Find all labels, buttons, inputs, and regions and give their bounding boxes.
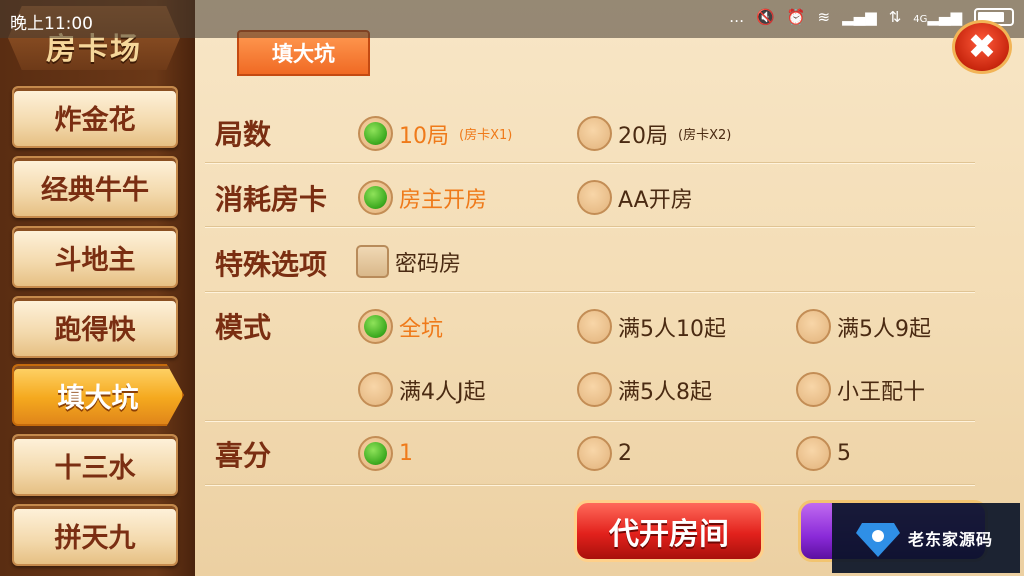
- radio-icon: [577, 436, 612, 471]
- divider: [205, 420, 975, 422]
- mode-option-5p8[interactable]: 满5人8起: [577, 372, 712, 407]
- option-label: 全坑: [399, 316, 444, 342]
- radio-icon: [577, 116, 612, 151]
- option-label: 房主开房: [399, 187, 488, 213]
- signal-4g-icon: 4G▂▄▆: [913, 8, 962, 26]
- option-label: 满4人J起: [399, 379, 486, 405]
- radio-icon: [796, 436, 831, 471]
- sidebar-item-label: 跑得快: [54, 314, 136, 346]
- sidebar-item-label: 炸金花: [54, 104, 136, 136]
- sidebar-item-label: 经典牛牛: [41, 174, 149, 206]
- mode-option-xiaowang[interactable]: 小王配十: [796, 372, 925, 407]
- radio-icon: [796, 372, 831, 407]
- checkbox-icon: [356, 245, 389, 278]
- watermark-logo: 老东家源码: [832, 503, 1020, 573]
- data-arrows-icon: ⇅: [888, 8, 902, 26]
- cost-option-owner[interactable]: 房主开房: [358, 180, 487, 215]
- radio-selected-icon: [358, 116, 393, 151]
- network-label: 4G: [913, 14, 928, 25]
- sidebar-item-label: 拼天九: [54, 522, 136, 554]
- radio-icon: [796, 309, 831, 344]
- option-label: 密码房: [395, 251, 462, 277]
- option-label: 5: [837, 441, 851, 466]
- mode-option-quankeng[interactable]: 全坑: [358, 309, 443, 344]
- close-icon: ✖: [967, 27, 997, 67]
- rounds-label: 局数: [215, 118, 272, 151]
- radio-selected-icon: [358, 180, 393, 215]
- mode-option-5p10[interactable]: 满5人10起: [577, 309, 726, 344]
- sidebar-item-niuniu[interactable]: 经典牛牛: [12, 156, 178, 218]
- special-option-password[interactable]: 密码房: [356, 245, 461, 278]
- bonus-label: 喜分: [215, 439, 272, 472]
- option-label: 小王配十: [837, 379, 926, 405]
- special-label: 特殊选项: [215, 248, 328, 281]
- status-bar: 晚上11:00 … 🔇 ⏰ ≋ ▂▄▆ ⇅ 4G▂▄▆: [0, 0, 1024, 38]
- more-dots-icon: …: [729, 8, 745, 26]
- sidebar-item-label: 填大坑: [57, 382, 139, 414]
- game-sidebar: 房卡场 炸金花 经典牛牛 斗地主 跑得快 填大坑 十三水 拼天九: [0, 0, 195, 576]
- sidebar-item-shisanshui[interactable]: 十三水: [12, 434, 178, 496]
- option-sublabel: (房卡X2): [678, 128, 732, 143]
- button-label: 代开房间: [609, 517, 729, 552]
- option-label: 满5人10起: [618, 316, 726, 342]
- alarm-icon: ⏰: [786, 8, 806, 26]
- mute-icon: 🔇: [756, 8, 775, 26]
- radio-selected-icon: [358, 436, 393, 471]
- bonus-option-1[interactable]: 1: [358, 436, 413, 471]
- diamond-logo-icon: [856, 523, 900, 557]
- radio-selected-icon: [358, 309, 393, 344]
- signal-icon: ▂▄▆: [842, 8, 877, 26]
- wifi-icon: ≋: [817, 8, 831, 26]
- room-card-panel: 晚上11:00 … 🔇 ⏰ ≋ ▂▄▆ ⇅ 4G▂▄▆ 房卡场 炸金花 经典牛牛…: [0, 0, 1024, 576]
- mode-label: 模式: [215, 311, 272, 344]
- radio-icon: [577, 180, 612, 215]
- sidebar-item-tiandakeng[interactable]: 填大坑: [12, 364, 184, 426]
- divider: [205, 226, 975, 228]
- option-label: AA开房: [618, 187, 693, 213]
- option-label: 2: [618, 441, 632, 466]
- cost-label: 消耗房卡: [215, 183, 328, 216]
- mode-option-4pj[interactable]: 满4人J起: [358, 372, 486, 407]
- divider: [205, 291, 975, 293]
- sidebar-item-label: 斗地主: [54, 244, 136, 276]
- option-label: 满5人8起: [618, 379, 712, 405]
- open-room-for-others-button[interactable]: 代开房间: [574, 500, 764, 562]
- sidebar-item-zhajinhua[interactable]: 炸金花: [12, 86, 178, 148]
- option-label: 1: [399, 441, 413, 466]
- divider: [205, 484, 975, 486]
- tab-label: 填大坑: [272, 42, 335, 66]
- radio-icon: [577, 309, 612, 344]
- watermark-text: 老东家源码: [908, 530, 994, 549]
- divider: [205, 162, 975, 164]
- mode-option-5p9[interactable]: 满5人9起: [796, 309, 931, 344]
- option-sublabel: (房卡X1): [459, 128, 513, 143]
- sidebar-item-doudizhu[interactable]: 斗地主: [12, 226, 178, 288]
- bonus-option-2[interactable]: 2: [577, 436, 632, 471]
- sidebar-item-label: 十三水: [54, 452, 136, 484]
- radio-icon: [358, 372, 393, 407]
- status-time: 晚上11:00: [10, 14, 93, 34]
- bonus-option-5[interactable]: 5: [796, 436, 851, 471]
- close-button[interactable]: ✖: [952, 20, 1012, 74]
- rounds-option-20[interactable]: 20局 (房卡X2): [577, 116, 731, 151]
- option-label: 20局: [618, 123, 668, 149]
- sidebar-item-pintianjiu[interactable]: 拼天九: [12, 504, 178, 566]
- cost-option-aa[interactable]: AA开房: [577, 180, 693, 215]
- option-label: 10局: [399, 123, 449, 149]
- rounds-option-10[interactable]: 10局 (房卡X1): [358, 116, 512, 151]
- radio-icon: [577, 372, 612, 407]
- sidebar-item-paodekuai[interactable]: 跑得快: [12, 296, 178, 358]
- option-label: 满5人9起: [837, 316, 931, 342]
